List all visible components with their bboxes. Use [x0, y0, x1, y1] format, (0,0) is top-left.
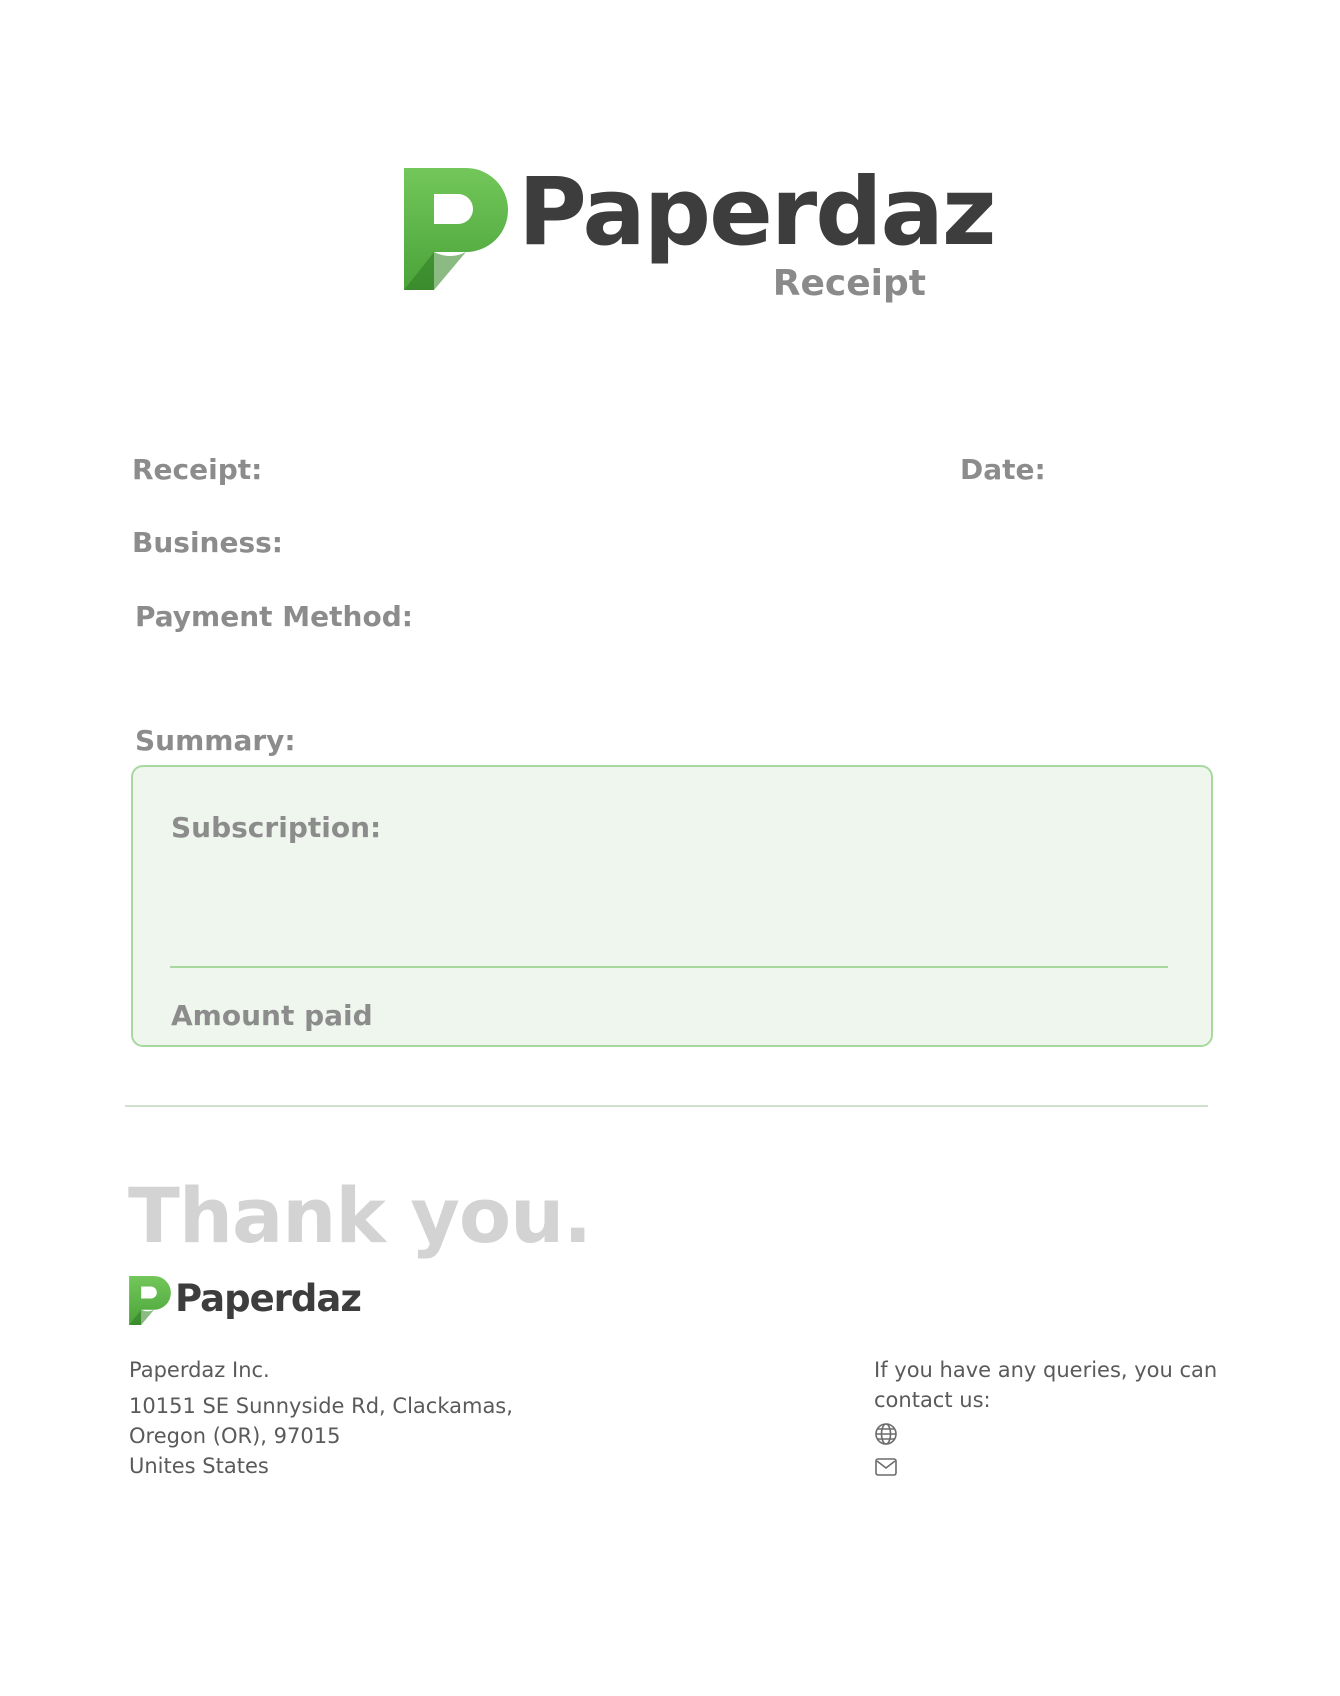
paperdaz-logo-icon [404, 168, 508, 290]
section-divider [125, 1105, 1208, 1107]
subscription-label: Subscription: [171, 811, 382, 844]
summary-divider [170, 966, 1168, 968]
amount-paid-label: Amount paid [171, 999, 373, 1032]
brand-subtitle: Receipt [772, 263, 926, 304]
paperdaz-logo-small-icon [129, 1276, 171, 1325]
thank-you-heading: Thank you. [128, 1171, 592, 1260]
summary-label: Summary: [135, 724, 296, 757]
contact-text-1: If you have any queries, you can [874, 1358, 1218, 1382]
address-line-3: Unites States [129, 1454, 269, 1478]
company-name: Paperdaz Inc. [129, 1358, 270, 1382]
contact-text-2: contact us: [874, 1388, 991, 1412]
brand-name: Paperdaz [518, 158, 997, 267]
address-line-1: 10151 SE Sunnyside Rd, Clackamas, [129, 1394, 513, 1418]
payment-method-label: Payment Method: [135, 600, 413, 633]
receipt-label: Receipt: [132, 453, 263, 486]
address-line-2: Oregon (OR), 97015 [129, 1424, 341, 1448]
business-label: Business: [132, 526, 283, 559]
mail-icon[interactable] [874, 1455, 898, 1479]
date-label: Date: [960, 453, 1046, 486]
globe-icon[interactable] [874, 1422, 898, 1446]
footer-brand-name: Paperdaz [175, 1277, 362, 1320]
